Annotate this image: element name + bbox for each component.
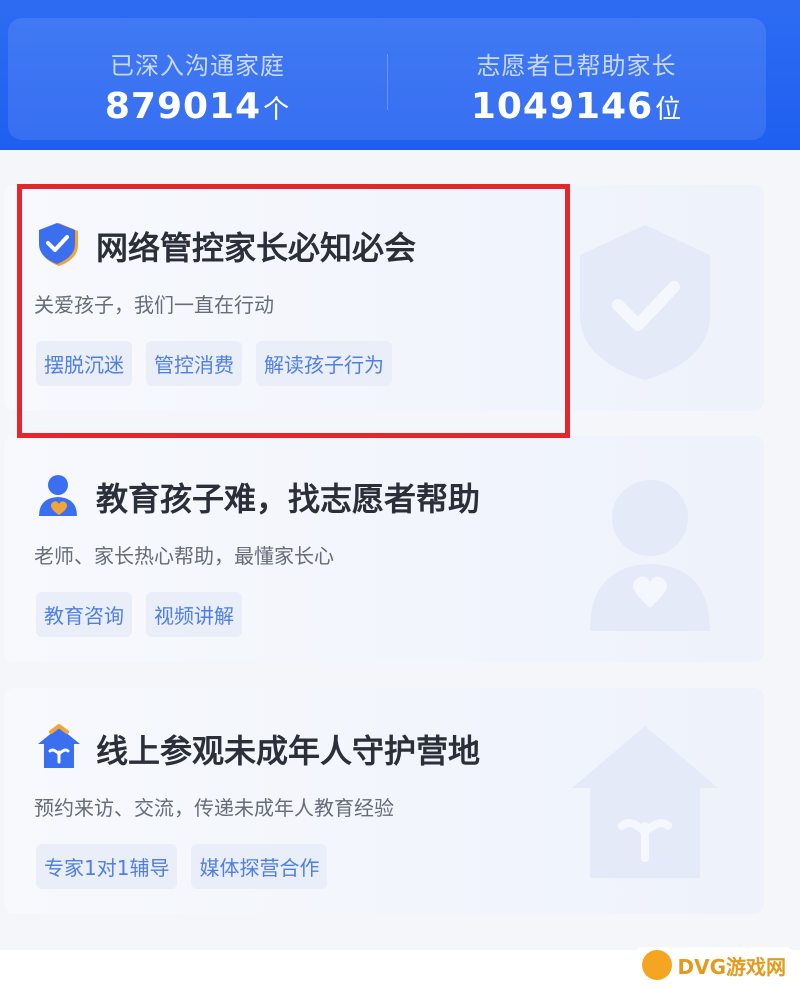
tag-expert-tutoring[interactable]: 专家1对1辅导 [36, 844, 178, 889]
site-watermark: DVG游戏网 [635, 947, 792, 983]
tag-education-consult[interactable]: 教育咨询 [36, 592, 132, 637]
tag-list: 专家1对1辅导 媒体探营合作 [36, 844, 328, 889]
tag-media-cooperation[interactable]: 媒体探营合作 [191, 844, 328, 889]
tag-list: 教育咨询 视频讲解 [36, 592, 242, 637]
card-volunteer-help[interactable]: 教育孩子难，找志愿者帮助 老师、家长热心帮助，最懂家长心 教育咨询 视频讲解 [4, 436, 764, 662]
stat-unit: 位 [655, 95, 683, 125]
volunteer-heart-icon [39, 475, 77, 516]
house-watermark-icon [572, 726, 718, 878]
card-subtitle: 关爱孩子，我们一直在行动 [34, 293, 274, 317]
card-subtitle: 预约来访、交流，传递未成年人教育经验 [34, 796, 394, 820]
card-network-control[interactable]: 网络管控家长必知必会 关爱孩子，我们一直在行动 摆脱沉迷 管控消费 解读孩子行为 [4, 185, 764, 411]
stat-parents-helped: 志愿者已帮助家长 1049146位 [387, 18, 766, 140]
tag-quit-addiction[interactable]: 摆脱沉迷 [36, 341, 132, 386]
card-title: 网络管控家长必知必会 [96, 229, 417, 267]
stat-value: 879014个 [8, 86, 387, 127]
stat-number: 1049146 [470, 86, 654, 127]
watermark-text: DVG游戏网 [677, 954, 787, 979]
stat-number: 879014 [104, 86, 262, 127]
card-camp-visit[interactable]: 线上参观未成年人守护营地 预约来访、交流，传递未成年人教育经验 专家1对1辅导 … [4, 688, 764, 914]
stats-header: 已深入沟通家庭 879014个 志愿者已帮助家长 1049146位 [0, 0, 800, 150]
tag-list: 摆脱沉迷 管控消费 解读孩子行为 [36, 341, 392, 386]
card-title: 线上参观未成年人守护营地 [96, 732, 481, 770]
tag-video-explain[interactable]: 视频讲解 [146, 592, 242, 637]
stat-families: 已深入沟通家庭 879014个 [8, 18, 387, 140]
watermark-logo-icon [641, 950, 672, 980]
tag-child-behavior[interactable]: 解读孩子行为 [256, 341, 392, 386]
stat-unit: 个 [263, 95, 291, 125]
house-sprout-icon [38, 724, 80, 768]
shield-check-icon [39, 223, 78, 266]
stat-value: 1049146位 [387, 86, 766, 127]
stats-panel: 已深入沟通家庭 879014个 志愿者已帮助家长 1049146位 [8, 18, 766, 140]
stat-label: 志愿者已帮助家长 [476, 52, 677, 80]
person-watermark-icon [590, 480, 710, 631]
card-subtitle: 老师、家长热心帮助，最懂家长心 [34, 544, 334, 568]
card-title: 教育孩子难，找志愿者帮助 [96, 480, 481, 518]
stat-label: 已深入沟通家庭 [110, 52, 285, 80]
shield-watermark-icon [580, 225, 710, 380]
tag-spending-control[interactable]: 管控消费 [146, 341, 242, 386]
